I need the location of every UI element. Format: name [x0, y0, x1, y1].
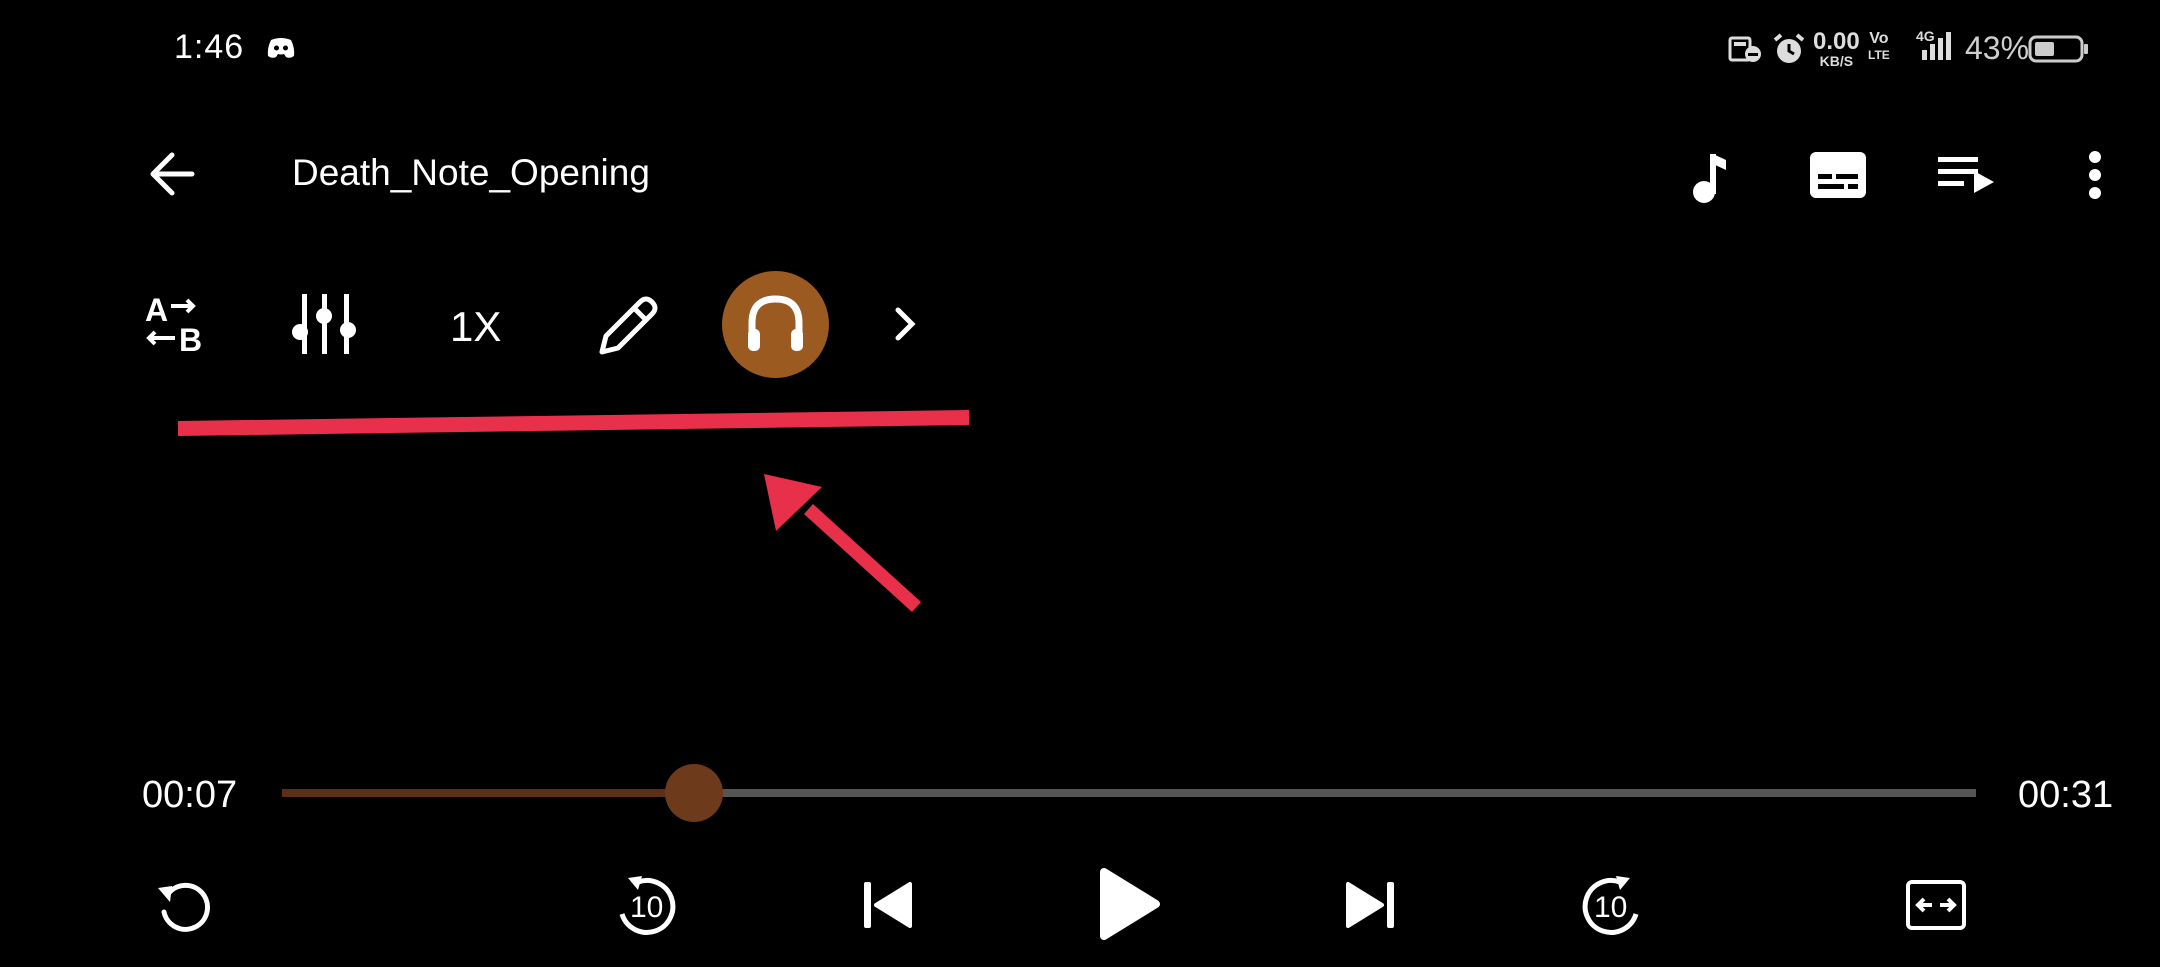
seek-thumb[interactable] [664, 764, 723, 822]
forward-10-button[interactable]: 10 [1576, 874, 1646, 940]
annotation-arrow [764, 474, 921, 612]
current-time: 00:07 [142, 774, 238, 816]
rewind-10-label: 10 [630, 891, 664, 924]
play-button[interactable] [1098, 866, 1162, 942]
aspect-ratio-icon [1906, 880, 1966, 930]
aspect-ratio-button[interactable] [1906, 880, 1966, 930]
seek-played [282, 789, 694, 797]
skip-previous-icon [864, 882, 912, 928]
skip-next-icon [1346, 882, 1394, 928]
seek-bar[interactable] [282, 764, 1976, 822]
repeat-icon [158, 882, 210, 932]
annotation-underline [178, 410, 969, 436]
forward-10-label: 10 [1594, 891, 1628, 924]
annotation-overlay [178, 410, 969, 612]
previous-button[interactable] [862, 880, 912, 930]
repeat-button[interactable] [154, 876, 214, 936]
rewind-10-button[interactable]: 10 [612, 874, 682, 940]
play-icon [1100, 868, 1160, 940]
total-time: 00:31 [2018, 774, 2114, 816]
next-button[interactable] [1346, 880, 1396, 930]
